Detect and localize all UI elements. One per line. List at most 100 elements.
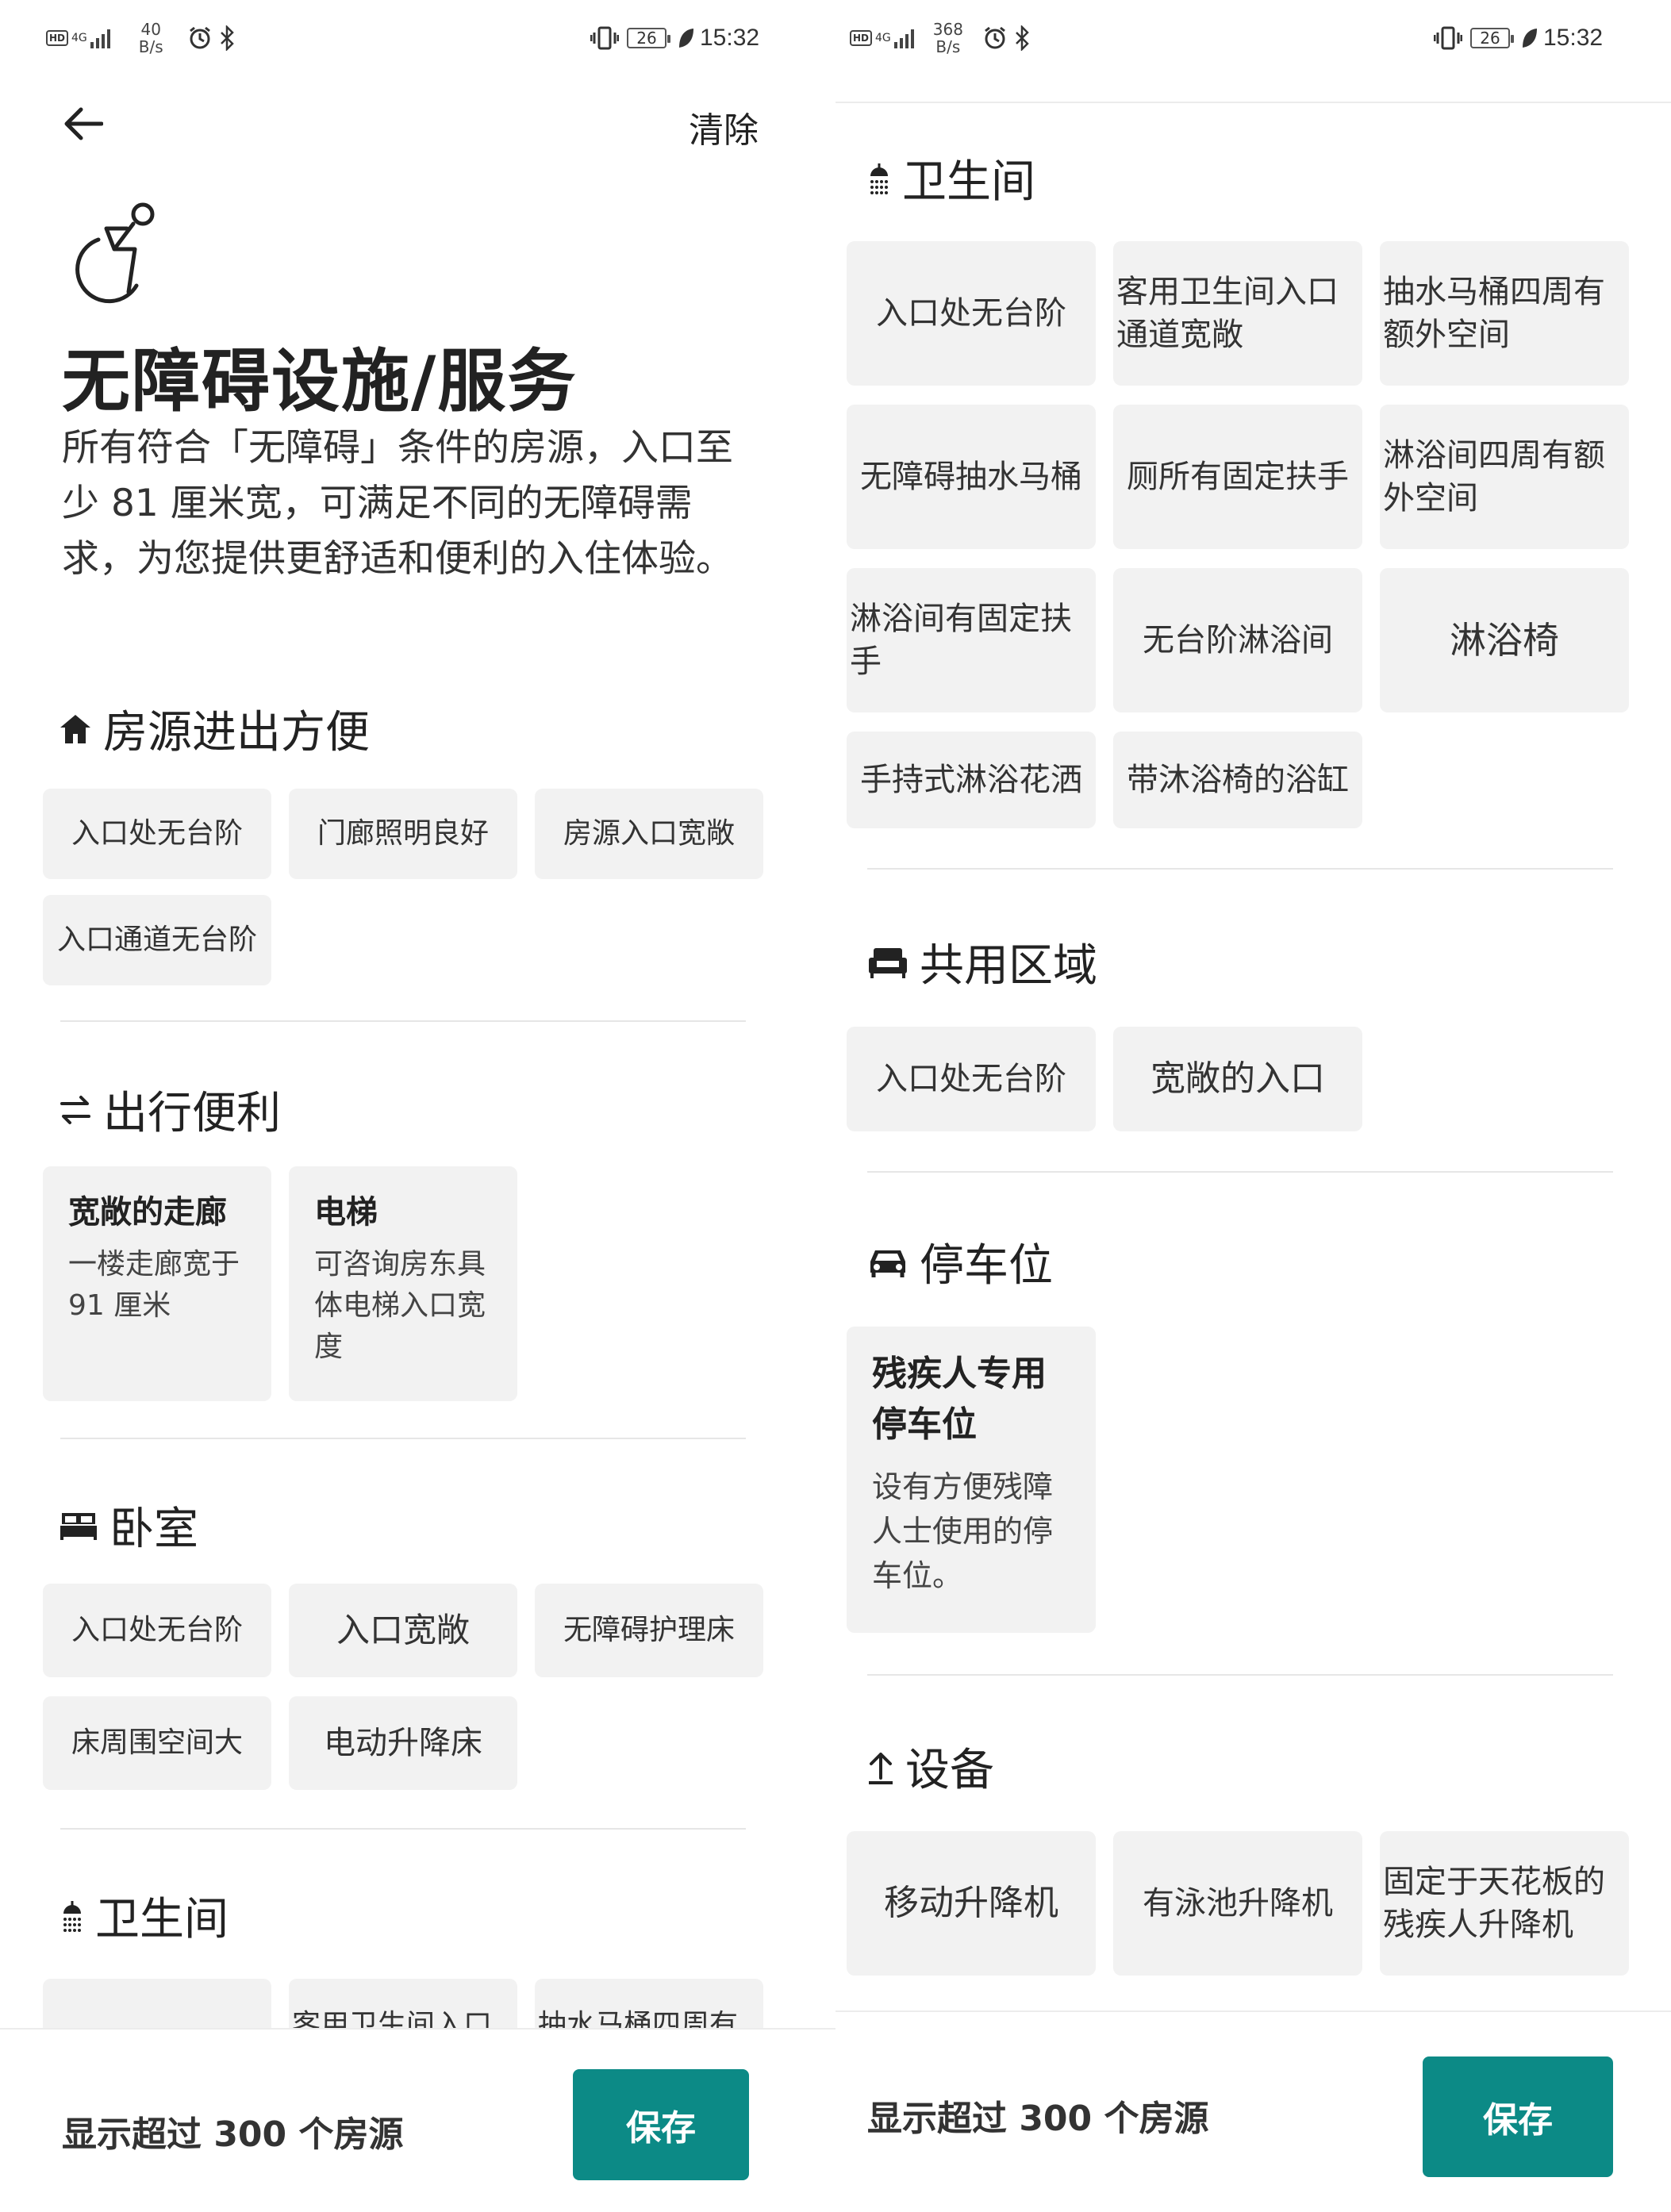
chip-bathroom-5[interactable]: 淋浴间四周有额外空间	[1380, 405, 1629, 549]
chip-equipment-2[interactable]: 固定于天花板的残疾人升降机	[1380, 1831, 1629, 1976]
network-speed-value: 368	[932, 20, 963, 39]
chip-bathroom-9[interactable]: 手持式淋浴花洒	[847, 732, 1096, 828]
vibrate-icon	[1434, 26, 1462, 50]
leaf-icon	[1523, 29, 1537, 48]
divider	[867, 1674, 1613, 1676]
status-time: 15:32	[700, 25, 760, 51]
car-icon	[870, 1250, 905, 1277]
section-entry-label: 房源进出方便	[103, 707, 370, 758]
section-common-title: 共用区域	[867, 930, 1097, 994]
status-time: 15:32	[1543, 25, 1604, 51]
section-bedroom-label: 卧室	[109, 1503, 198, 1555]
chip-bathroom-7[interactable]: 无台阶淋浴间	[1113, 568, 1362, 712]
card-travel-0[interactable]: 宽敞的走廊 一楼走廊宽于 91 厘米	[43, 1166, 271, 1401]
shower-icon	[63, 1900, 81, 1932]
divider	[60, 1020, 746, 1022]
page-title: 无障碍设施/服务	[62, 342, 578, 421]
section-parking-title: 停车位	[867, 1230, 1053, 1294]
chip-equipment-0[interactable]: 移动升降机	[847, 1831, 1096, 1976]
save-button[interactable]: 保存	[1423, 2056, 1613, 2177]
hd-icon: HD	[46, 30, 69, 46]
section-bedroom-title: 卧室	[59, 1493, 198, 1557]
house-icon	[60, 714, 90, 743]
chip-bathroom-10[interactable]: 带沐浴椅的浴缸	[1113, 732, 1362, 828]
battery-level: 26	[1480, 29, 1500, 48]
network-type: 4G	[875, 32, 891, 44]
network-speed: 368 B/s	[933, 21, 963, 56]
network-speed: 40 B/s	[139, 21, 163, 56]
section-equipment-label: 设备	[905, 1745, 994, 1796]
chip-bedroom-1[interactable]: 入口宽敞	[289, 1584, 517, 1677]
chip-bedroom-3[interactable]: 床周围空间大	[43, 1696, 271, 1790]
bed-icon	[60, 1512, 97, 1540]
chip-common-1[interactable]: 宽敞的入口	[1113, 1027, 1362, 1131]
section-bathroom-label: 卫生间	[95, 1894, 229, 1945]
card-title: 残疾人专用停车位	[872, 1354, 1047, 1445]
chip-entry-1[interactable]: 门廊照明良好	[289, 789, 517, 879]
page-description: 所有符合「无障碍」条件的房源，入口至少 81 厘米宽，可满足不同的无障碍需求，为…	[62, 426, 733, 581]
chip-bathroom-4[interactable]: 厕所有固定扶手	[1113, 405, 1362, 549]
chip-entry-3[interactable]: 入口通道无台阶	[43, 895, 271, 985]
chip-bathroom-3[interactable]: 无障碍抽水马桶	[847, 405, 1096, 549]
right-screen: HD 4G 368 B/s 26 15:32 卫生间 入口处无台阶 客用卫生间入口…	[836, 0, 1671, 2212]
section-bathroom-title: 卫生间	[867, 146, 1035, 210]
save-button[interactable]: 保存	[573, 2069, 749, 2180]
chip-bathroom-8[interactable]: 淋浴椅	[1380, 568, 1629, 712]
section-bathroom-title: 卫生间	[60, 1884, 229, 1948]
footer-bar: 显示超过 300 个房源 保存	[836, 2010, 1671, 2201]
left-screen: HD 4G 40 B/s 26 15:32 清除 无障碍设施/服务 所有符合「无障…	[0, 0, 836, 2212]
chip-equipment-1[interactable]: 有泳池升降机	[1113, 1831, 1362, 1976]
section-equipment-title: 设备	[867, 1734, 994, 1799]
chip-bathroom-1[interactable]: 客用卫生间入口通道宽敞	[1113, 241, 1362, 386]
chip-bedroom-4[interactable]: 电动升降床	[289, 1696, 517, 1790]
clear-button[interactable]: 清除	[689, 102, 759, 152]
status-bar-left-group: HD 4G 40 B/s	[46, 16, 236, 60]
chip-bedroom-2[interactable]: 无障碍护理床	[535, 1584, 763, 1677]
divider	[60, 1828, 746, 1830]
leaf-icon	[679, 29, 693, 48]
shower-icon	[870, 163, 888, 194]
card-description: 设有方便残障人士使用的停车位。	[872, 1469, 1054, 1593]
divider	[867, 1171, 1613, 1173]
status-bar-left-group: HD 4G 368 B/s	[850, 16, 1031, 60]
battery-icon: 26	[1470, 28, 1514, 48]
section-common-label: 共用区域	[920, 940, 1097, 992]
section-entry-title: 房源进出方便	[59, 697, 370, 761]
wheelchair-icon	[75, 202, 155, 304]
bluetooth-icon	[220, 25, 234, 51]
card-travel-1[interactable]: 电梯 可咨询房东具体电梯入口宽度	[289, 1166, 517, 1401]
section-bathroom-label: 卫生间	[902, 156, 1035, 208]
chip-bathroom-0[interactable]: 入口处无台阶	[847, 241, 1096, 386]
sofa-icon	[869, 947, 907, 978]
card-description: 可咨询房东具体电梯入口宽度	[314, 1248, 486, 1363]
divider	[867, 868, 1613, 870]
card-parking[interactable]: 残疾人专用停车位 设有方便残障人士使用的停车位。	[847, 1327, 1096, 1633]
section-travel-title: 出行便利	[59, 1077, 281, 1142]
alarm-icon	[189, 26, 210, 49]
network-speed-value: 40	[140, 20, 161, 39]
upload-arrow-icon	[869, 1752, 893, 1784]
chip-bathroom-2[interactable]: 抽水马桶四周有额外空间	[1380, 241, 1629, 386]
back-arrow-icon[interactable]	[62, 106, 103, 141]
footer-bar: 显示超过 300 个房源 保存	[0, 2028, 836, 2212]
swap-arrows-icon	[60, 1095, 90, 1124]
status-bar-right-group: 26 15:32	[1434, 16, 1603, 60]
chip-bedroom-0[interactable]: 入口处无台阶	[43, 1584, 271, 1677]
vibrate-icon	[590, 26, 619, 50]
signal-icon	[893, 28, 914, 48]
network-speed-unit: B/s	[935, 37, 961, 56]
network-speed-unit: B/s	[138, 37, 163, 56]
card-title: 电梯	[314, 1194, 378, 1231]
status-bar-right-group: 26 15:32	[590, 16, 759, 60]
chip-bathroom-6[interactable]: 淋浴间有固定扶手	[847, 568, 1096, 712]
bluetooth-icon	[1016, 25, 1029, 51]
card-description: 一楼走廊宽于 91 厘米	[68, 1248, 240, 1322]
divider	[60, 1438, 746, 1439]
results-count: 显示超过 300 个房源	[62, 2114, 404, 2155]
chip-entry-2[interactable]: 房源入口宽敞	[535, 789, 763, 879]
results-count: 显示超过 300 个房源	[867, 2099, 1209, 2139]
chip-common-0[interactable]: 入口处无台阶	[847, 1027, 1096, 1131]
hd-icon: HD	[850, 30, 873, 46]
chip-entry-0[interactable]: 入口处无台阶	[43, 789, 271, 879]
section-parking-label: 停车位	[920, 1240, 1053, 1292]
